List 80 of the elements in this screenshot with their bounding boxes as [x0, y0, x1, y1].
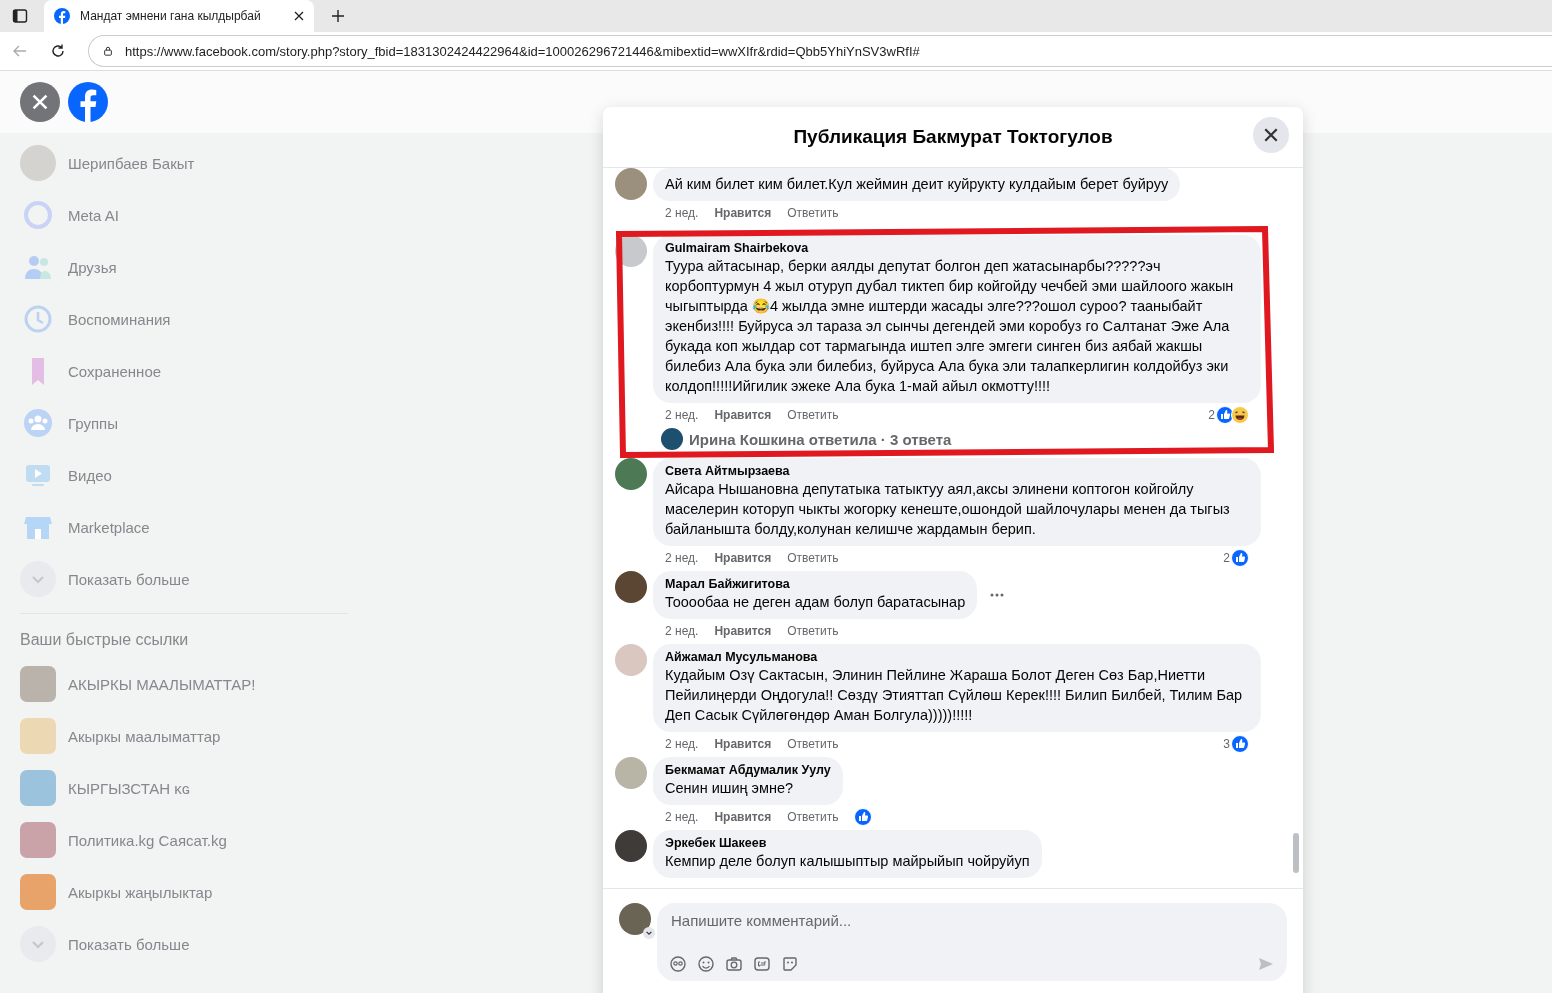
author-name[interactable]: Бекмамат Абдумалик Уулу: [665, 763, 831, 778]
sidebar-item[interactable]: Сохраненное: [20, 345, 348, 397]
comment-text: Айсара Нышановна депутатыка татыктуу аял,аксы элинени коптогон койгойлу маселерин которуп чыкты жогорку кенеште,ошондой шайлочулары менен да тыгыз байланышта болду,колунан келишче жардамын берип.: [665, 480, 1231, 539]
replies-link[interactable]: Ирина Кошкина ответила · 3 ответа: [689, 430, 952, 448]
reply-link[interactable]: Ответить: [787, 408, 839, 422]
scrollbar-thumb[interactable]: [1293, 833, 1299, 873]
sidebar-item[interactable]: Показать больше: [20, 918, 348, 970]
sidebar-item[interactable]: Marketplace: [20, 501, 348, 553]
sidebar-item[interactable]: Друзья: [20, 241, 348, 293]
reaction-count[interactable]: 2: [1223, 551, 1230, 565]
sidebar-item[interactable]: Видео: [20, 449, 348, 501]
avatar-sticker-icon[interactable]: [669, 955, 687, 973]
close-button[interactable]: [20, 82, 60, 122]
like-link[interactable]: Нравится: [714, 408, 772, 422]
comment-text: Тооообаа не деген адам болуп баратасынар: [665, 593, 966, 612]
gif-icon[interactable]: [753, 955, 771, 973]
sticker-icon[interactable]: [781, 955, 799, 973]
tab-title: Мандат эмнени гана кылдырбай: [80, 9, 262, 23]
author-name[interactable]: Марал Байжигитова: [665, 577, 966, 592]
comment-text: Ай ким билет ким билет.Кул жеймин деит куйрукту кулдайым берет буйруу: [665, 175, 1169, 194]
sidebar-item[interactable]: Воспоминания: [20, 293, 348, 345]
sidebar-item[interactable]: КЫРГЫЗСТАН ᴋɢ: [20, 762, 348, 814]
sidebar-item[interactable]: Акыркы жаңылыктар: [20, 866, 348, 918]
chevron-down-icon: [20, 926, 56, 962]
comment-text: Туура айтасынар, берки аялды депутат болгон деп жатасынарбы?????эч корбоптурмун 4 жыл отуруп дубал тиктеп бир койгойду чечбей эми шайлоого жакын чыгыптырда 😂4 жылда эмне иштерди жасады элге???ошол суроо? тааныбайт экенбиз!!!! Буйруса эл тараза эл сынчы дегендей эми коробуз го Салтанат Эже Ала букада коп жылдар сот тармагында иштеп элге эмгеги синген биз аябай жакшы билебиз Ала бука эли билебиз, буйруса Ала бука эли талапкерлигин колдойбуз эки колдоп!!!!!Ийгилик эжеке Ала бука 1-май айыл окмотту!!!!: [665, 257, 1235, 396]
author-name[interactable]: Айжамал Мусульманова: [665, 650, 1249, 665]
browser-tab[interactable]: Мандат эмнени гана кылдырбай: [44, 0, 314, 32]
close-icon[interactable]: [294, 11, 304, 21]
comment-time[interactable]: 2 нед.: [665, 624, 699, 638]
reply-link[interactable]: Ответить: [787, 206, 839, 220]
avatar-photo-placeholder: [20, 145, 56, 181]
comment-text: Кудайым Озү Сактасын, Элинин Пейлине Жараша Болот Деген Сөз Бар,Ниетти Пейилиңерди Оңдогула!! Сөздү Этияттап Сүйлөш Керек!!!! Билип Билбей, Тилим Бар Деп Сасык Сүйлөгөндөр Аман Болгула)))))!!!!!: [665, 666, 1244, 725]
comment-time[interactable]: 2 нед.: [665, 408, 699, 422]
facebook-logo-icon: [54, 8, 70, 24]
comment-time[interactable]: 2 нед.: [665, 737, 699, 751]
reply-link[interactable]: Ответить: [787, 737, 839, 751]
comment-text: Кемпир деле болуп калышыптыр майрыйып чойруйуп: [665, 852, 1030, 871]
avatar-photo-placeholder[interactable]: [615, 458, 647, 490]
reload-icon[interactable]: [50, 43, 66, 59]
emoji-icon[interactable]: [697, 955, 715, 973]
sidebar-item[interactable]: Шерипбаев Бакыт: [20, 137, 348, 189]
like-link[interactable]: Нравится: [714, 624, 772, 638]
close-icon: [31, 93, 49, 111]
sidebar-item[interactable]: Показать больше: [20, 553, 348, 605]
camera-icon[interactable]: [725, 955, 743, 973]
avatar-photo-placeholder: [661, 428, 683, 450]
like-link[interactable]: Нравится: [714, 551, 772, 565]
url-text: https://www.facebook.com/story.php?story_fbid=1831302424422964&id=100026296721446&mibextid=wwXIfr&rdid=Qbb5YhiYnSV3wRfI#: [125, 43, 920, 59]
sidebar-item[interactable]: Акыркы маалыматтар: [20, 710, 348, 762]
facebook-logo-icon[interactable]: [68, 82, 108, 122]
like-link[interactable]: Нравится: [714, 206, 772, 220]
comment-time[interactable]: 2 нед.: [665, 206, 699, 220]
author-name[interactable]: Света Айтмырзаева: [665, 464, 1249, 479]
comment-text: Сенин ишиң эмне?: [665, 779, 795, 798]
sidebar-item[interactable]: Политика.kg Саясат.kg: [20, 814, 348, 866]
author-name[interactable]: Эркебек Шакеев: [665, 836, 1030, 851]
avatar-photo-placeholder[interactable]: [615, 830, 647, 862]
close-button[interactable]: [1253, 117, 1289, 153]
sidebar-item[interactable]: Группы: [20, 397, 348, 449]
sidebar-item[interactable]: АКЫРКЫ МААЛЫМАТТАР!: [20, 658, 348, 710]
dialog-title: Публикация Бакмурат Токтогулов: [793, 126, 1113, 148]
reply-link[interactable]: Ответить: [787, 624, 839, 638]
chevron-down-icon: [20, 561, 56, 597]
comment-field[interactable]: Напишите комментарий...: [669, 911, 1275, 930]
comment-time[interactable]: 2 нед.: [665, 551, 699, 565]
reaction-count[interactable]: 2: [1208, 408, 1215, 422]
reaction-count[interactable]: 3: [1223, 737, 1230, 751]
lock-icon: [103, 46, 113, 56]
section-heading: Ваши быстрые ссылки: [20, 630, 190, 650]
new-tab-icon[interactable]: [330, 8, 346, 24]
comment-time[interactable]: 2 нед.: [665, 810, 699, 824]
avatar-photo-placeholder[interactable]: [615, 571, 647, 603]
author-name[interactable]: Gulmairam Shairbekova: [665, 241, 1249, 256]
reply-link[interactable]: Ответить: [787, 551, 839, 565]
sidebar-item[interactable]: Meta AI: [20, 189, 348, 241]
tab-list-icon[interactable]: [12, 8, 28, 24]
close-icon: [1263, 127, 1279, 143]
like-link[interactable]: Нравится: [714, 737, 772, 751]
reply-link[interactable]: Ответить: [787, 810, 839, 824]
like-link[interactable]: Нравится: [714, 810, 772, 824]
